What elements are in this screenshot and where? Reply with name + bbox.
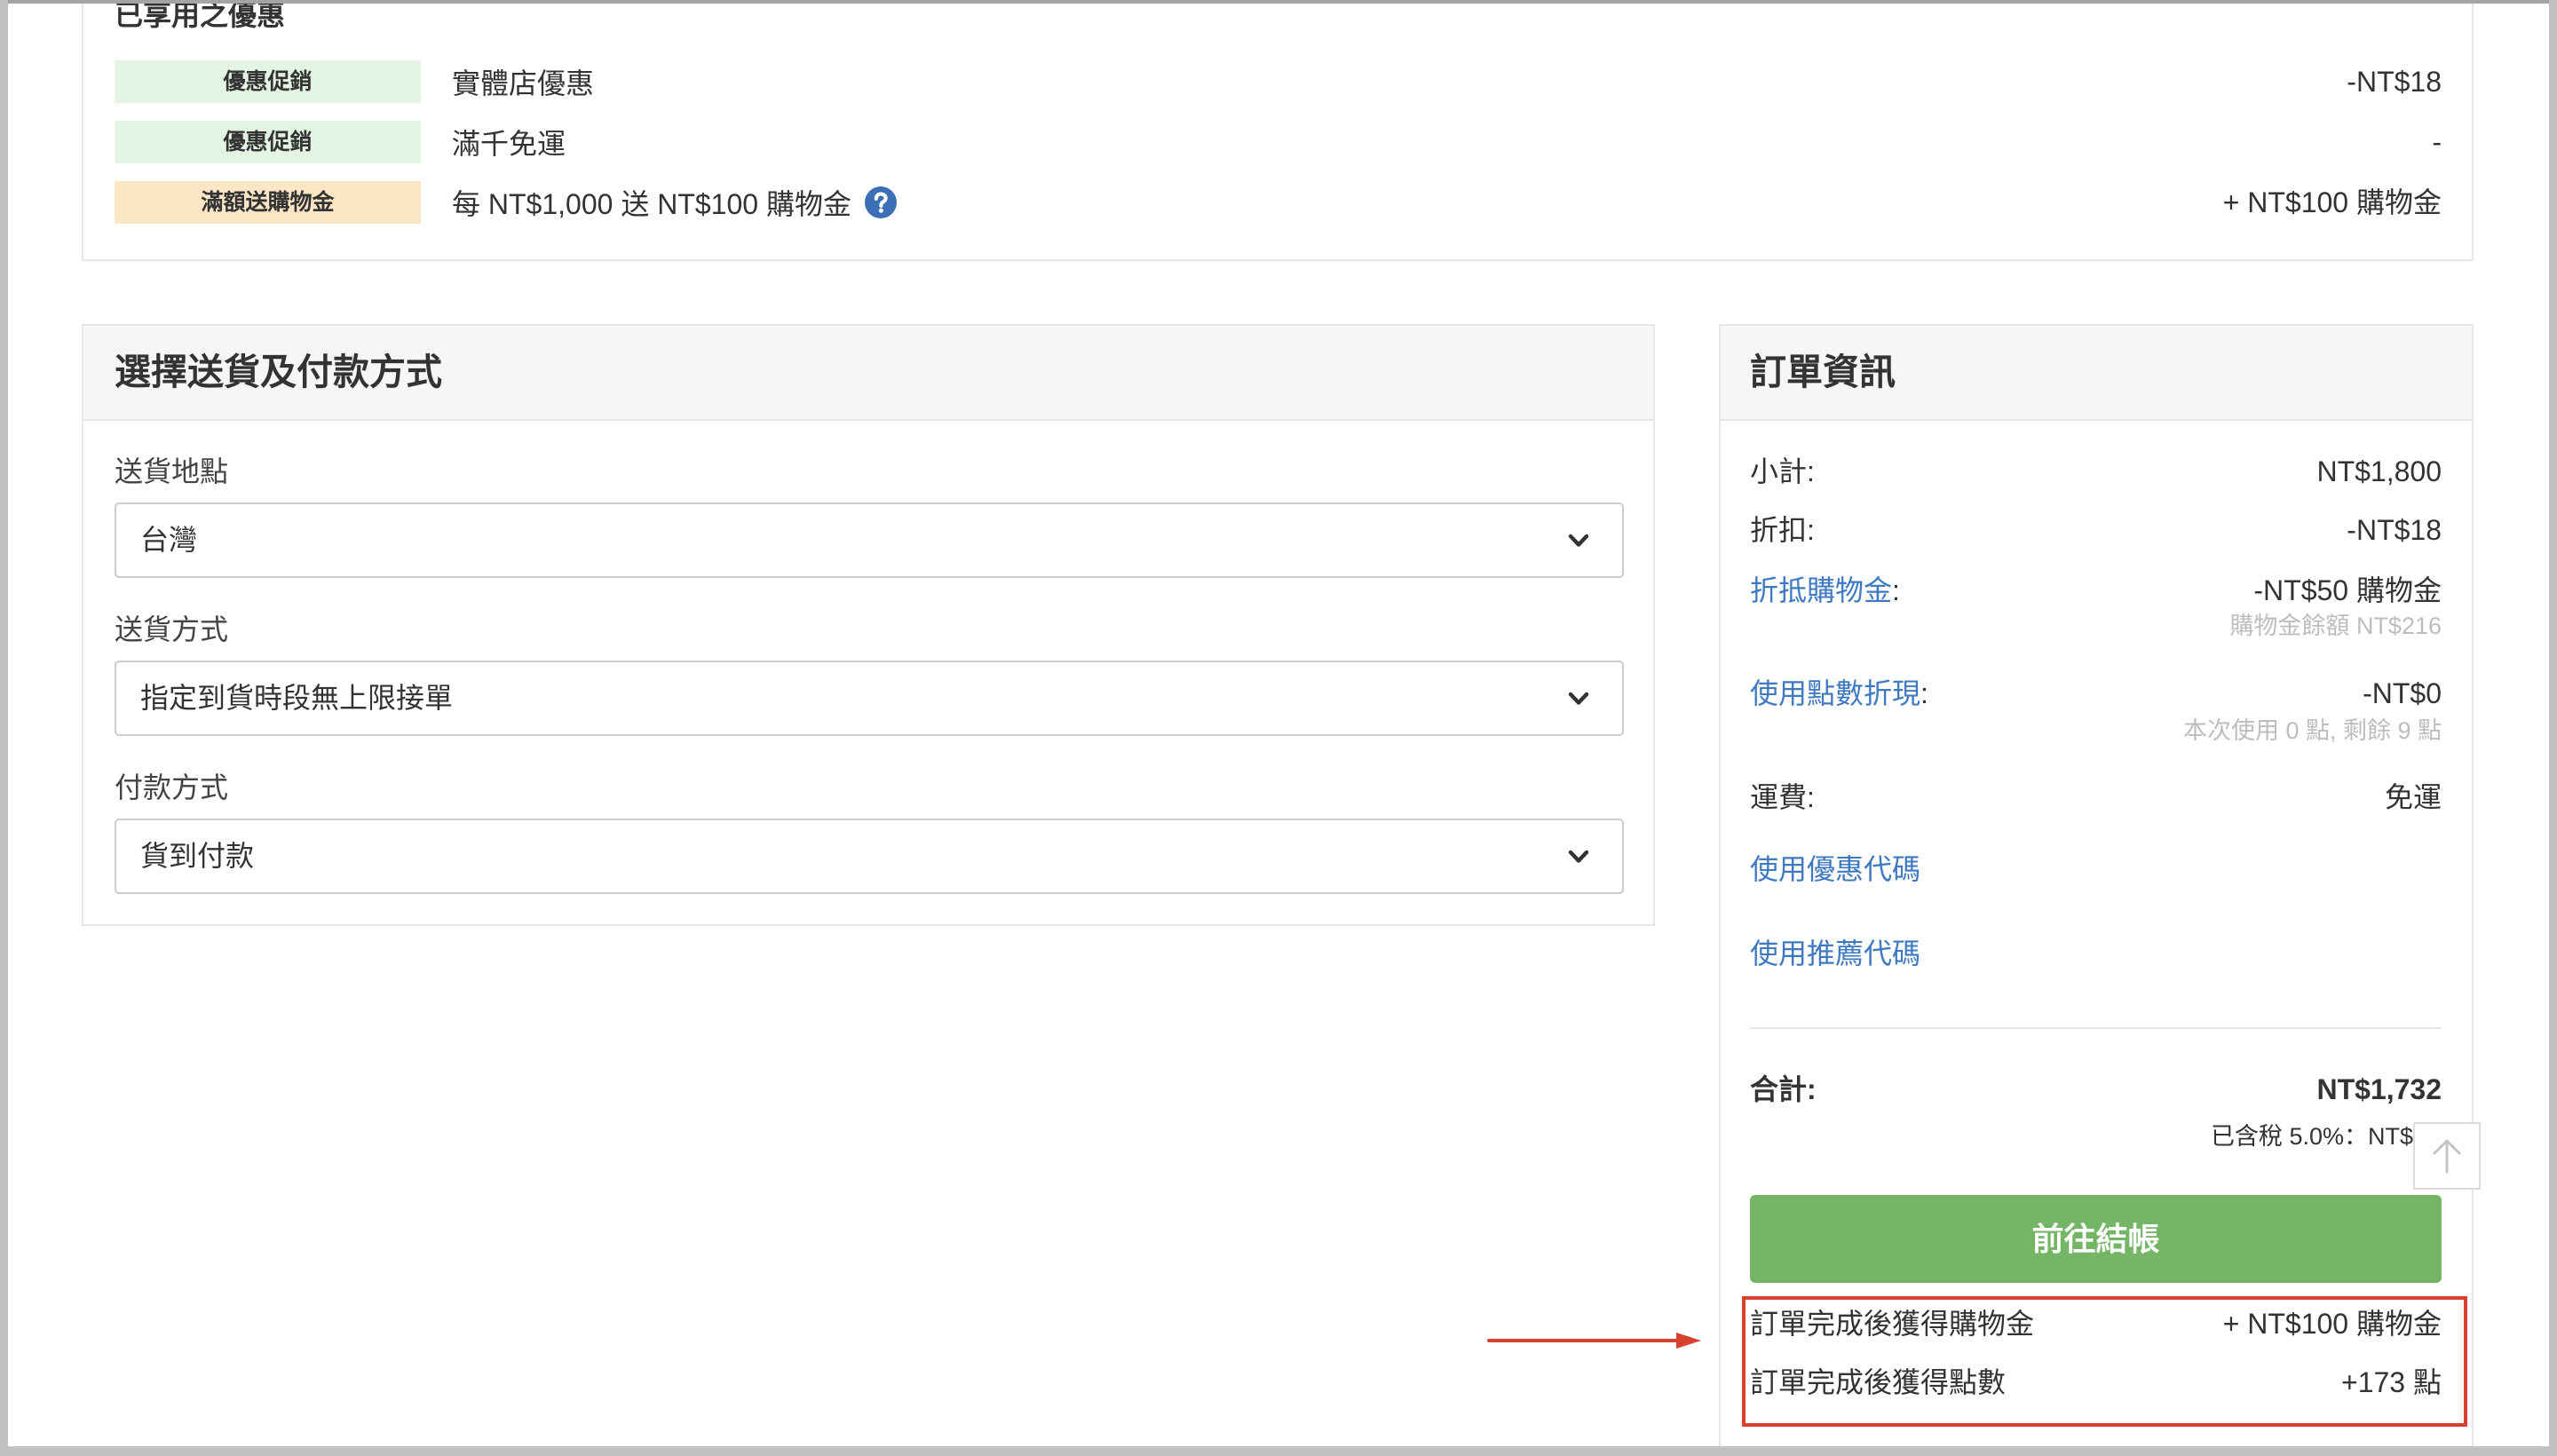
points-value: -NT$0	[2363, 677, 2442, 709]
store-credit-link[interactable]: 折抵購物金	[1750, 574, 1892, 606]
checkout-button[interactable]: 前往結帳	[1750, 1195, 2442, 1283]
promotion-row: 優惠促銷 滿千免運 -	[115, 121, 2442, 163]
order-summary-panel: 訂單資訊 小計: NT$1,800 折扣: -NT$18 折抵購物金: -NT$…	[1719, 324, 2474, 1456]
promotion-name-text: 滿千免運	[452, 128, 566, 160]
select-value: 台灣	[140, 524, 198, 556]
discount-label: 折扣:	[1750, 514, 1815, 546]
shipping-label: 運費:	[1750, 781, 1815, 813]
discount-value: -NT$18	[2347, 514, 2442, 546]
points-row: 使用點數折現: -NT$0	[1750, 674, 2442, 713]
reward-row: 訂單完成後獲得點數 +173 點	[1750, 1363, 2442, 1402]
applied-promotions-section: 已享用之優惠 優惠促銷 實體店優惠 -NT$18 優惠促銷 滿千免運 - 滿額送…	[82, 0, 2474, 261]
promotion-value: + NT$100 購物金	[2222, 186, 2442, 218]
label-colon: :	[1892, 574, 1900, 606]
promotion-value: -	[2432, 126, 2442, 158]
shipping-row: 運費: 免運	[1750, 778, 2442, 817]
window-border-top	[0, 0, 2557, 4]
reward-row: 訂單完成後獲得購物金 + NT$100 購物金	[1750, 1304, 2442, 1343]
subtotal-label: 小計:	[1750, 455, 1815, 487]
promotion-name: 實體店優惠	[452, 60, 594, 103]
tax-note: 已含稅 5.0%：NT$	[2210, 1123, 2413, 1150]
chevron-down-icon	[1568, 534, 1589, 548]
delivery-location-label: 送貨地點	[115, 455, 229, 487]
coupon-row: 使用優惠代碼	[1750, 850, 2442, 889]
promotion-badge: 優惠促銷	[115, 60, 421, 103]
delivery-payment-panel: 選擇送貨及付款方式 送貨地點 台灣 送貨方式 指定到貨時段無上限接單 付款方式 …	[82, 324, 1655, 926]
promotion-badge: 優惠促銷	[115, 121, 421, 163]
window-border-bottom	[0, 1446, 2557, 1456]
delivery-method-label: 送貨方式	[115, 613, 229, 645]
reward-value: + NT$100 購物金	[2222, 1308, 2442, 1340]
subtotal-value: NT$1,800	[2316, 455, 2442, 487]
promotion-name: 滿千免運	[452, 121, 566, 163]
total-value: NT$1,732	[2316, 1073, 2442, 1105]
chevron-down-icon	[1568, 850, 1589, 864]
reward-label: 訂單完成後獲得點數	[1750, 1366, 2007, 1398]
promotions-heading: 已享用之優惠	[115, 0, 286, 31]
panel-title: 訂單資訊	[1750, 352, 1896, 392]
referral-code-link[interactable]: 使用推薦代碼	[1750, 934, 1920, 973]
delivery-method-select[interactable]: 指定到貨時段無上限接單	[115, 661, 1624, 736]
chevron-down-icon	[1568, 692, 1589, 706]
points-balance-note: 本次使用 0 點, 剩餘 9 點	[2182, 717, 2442, 744]
arrow-right-icon	[1487, 1333, 1701, 1349]
payment-method-label: 付款方式	[115, 772, 229, 803]
promotion-value: -NT$18	[2347, 66, 2442, 98]
panel-header: 訂單資訊	[1721, 326, 2472, 421]
discount-row: 折扣: -NT$18	[1750, 510, 2442, 550]
summary-divider	[1750, 1027, 2442, 1029]
shipping-value: 免運	[2384, 781, 2442, 813]
question-circle-icon[interactable]	[864, 186, 897, 218]
payment-method-select[interactable]: 貨到付款	[115, 819, 1624, 894]
promotion-name-text: 每 NT$1,000 送 NT$100 購物金	[452, 188, 851, 220]
reward-label: 訂單完成後獲得購物金	[1750, 1308, 2035, 1340]
subtotal-row: 小計: NT$1,800	[1750, 452, 2442, 491]
coupon-code-link[interactable]: 使用優惠代碼	[1750, 850, 1920, 889]
store-credit-value: -NT$50 購物金	[2253, 574, 2442, 606]
promotion-name-text: 實體店優惠	[452, 67, 595, 99]
delivery-location-select[interactable]: 台灣	[115, 502, 1624, 578]
select-value: 指定到貨時段無上限接單	[140, 682, 454, 714]
label-colon: :	[1920, 677, 1928, 709]
promotion-badge: 滿額送購物金	[115, 181, 421, 224]
promotion-name: 每 NT$1,000 送 NT$100 購物金	[452, 181, 897, 224]
rewards-highlight-box: 訂單完成後獲得購物金 + NT$100 購物金 訂單完成後獲得點數 +173 點	[1742, 1296, 2467, 1427]
arrow-up-icon	[2433, 1139, 2461, 1174]
referral-row: 使用推薦代碼	[1750, 934, 2442, 973]
panel-title: 選擇送貨及付款方式	[115, 352, 442, 392]
scroll-to-top-button[interactable]	[2413, 1122, 2481, 1190]
promotion-row: 優惠促銷 實體店優惠 -NT$18	[115, 60, 2442, 103]
reward-value: +173 點	[2341, 1366, 2442, 1398]
panel-header: 選擇送貨及付款方式	[83, 326, 1653, 421]
store-credit-row: 折抵購物金: -NT$50 購物金	[1750, 571, 2442, 610]
promotion-row: 滿額送購物金 每 NT$1,000 送 NT$100 購物金 + NT$100 …	[115, 181, 2442, 224]
select-value: 貨到付款	[140, 840, 255, 872]
points-label: 使用點數折現:	[1750, 674, 1928, 713]
total-label: 合計:	[1750, 1073, 1817, 1105]
points-redeem-link[interactable]: 使用點數折現	[1750, 677, 1920, 709]
total-row: 合計: NT$1,732	[1750, 1070, 2442, 1109]
store-credit-balance-note: 購物金餘額 NT$216	[2229, 613, 2442, 639]
window-border-left	[0, 0, 8, 1456]
window-border-right	[2549, 0, 2557, 1456]
store-credit-label: 折抵購物金:	[1750, 571, 1900, 610]
